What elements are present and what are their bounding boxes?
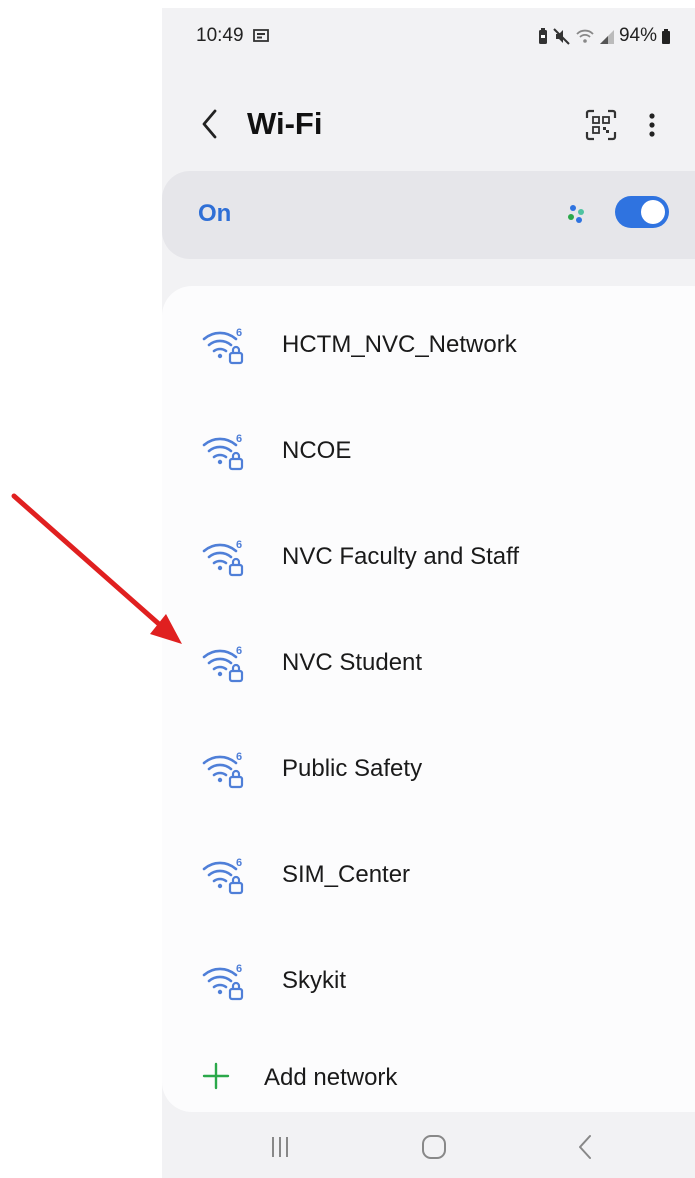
svg-text:6: 6	[236, 645, 242, 657]
plus-icon	[202, 1062, 230, 1090]
phone-screen: 10:49 94% Wi-Fi On 6 HCTM_NVC_Network 6 …	[162, 8, 695, 1178]
chevron-left-icon[interactable]	[198, 107, 222, 141]
network-list-item[interactable]: 6 SIM_Center	[162, 825, 695, 931]
gallery-notification-icon	[253, 29, 269, 42]
wifi-6-lock-icon: 6	[202, 857, 244, 895]
svg-text:6: 6	[236, 857, 242, 869]
more-vert-icon[interactable]	[645, 108, 659, 142]
svg-text:6: 6	[236, 539, 242, 551]
add-network-label: Add network	[264, 1064, 398, 1091]
toggle-knob	[641, 200, 665, 224]
wifi-6-lock-icon: 6	[202, 645, 244, 683]
network-list-item[interactable]: 6 Public Safety	[162, 719, 695, 825]
qr-scan-icon[interactable]	[584, 108, 618, 142]
network-name: Public Safety	[282, 755, 423, 782]
wifi-master-switch-row[interactable]: On	[162, 171, 695, 259]
wifi-6-lock-icon: 6	[202, 963, 244, 1001]
network-name: HCTM_NVC_Network	[282, 331, 517, 358]
wifi-6-lock-icon: 6	[202, 433, 244, 471]
wifi-6-lock-icon: 6	[202, 751, 244, 789]
network-list-item[interactable]: 6 NCOE	[162, 401, 695, 507]
status-icons: 94%	[537, 25, 671, 47]
intelligent-wifi-dots-icon[interactable]	[566, 203, 588, 225]
svg-text:6: 6	[236, 433, 242, 445]
network-name: NVC Student	[282, 649, 423, 676]
nav-back-icon[interactable]	[576, 1133, 594, 1161]
svg-text:6: 6	[236, 327, 242, 339]
wifi-toggle-switch[interactable]	[615, 196, 669, 228]
battery-saver-icon	[538, 27, 547, 44]
battery-percent: 94%	[618, 25, 657, 46]
network-name: NVC Faculty and Staff	[282, 543, 519, 570]
battery-icon	[662, 28, 670, 44]
wifi-status-icon	[576, 29, 594, 43]
network-list-item[interactable]: 6 HCTM_NVC_Network	[162, 295, 695, 401]
network-name: NCOE	[282, 437, 352, 464]
recents-icon[interactable]	[267, 1134, 293, 1160]
status-time: 10:49	[196, 25, 244, 46]
signal-icon	[599, 29, 614, 44]
app-header: Wi-Fi	[162, 94, 695, 154]
wifi-6-lock-icon: 6	[202, 327, 244, 365]
network-list-item[interactable]: 6 Skykit	[162, 931, 695, 1037]
status-bar: 10:49 94%	[162, 8, 695, 64]
add-network-row[interactable]: Add network	[162, 1044, 695, 1112]
home-icon[interactable]	[421, 1134, 447, 1160]
mute-icon	[553, 27, 570, 45]
svg-text:6: 6	[236, 751, 242, 763]
svg-text:6: 6	[236, 963, 242, 975]
network-list-item[interactable]: 6 NVC Faculty and Staff	[162, 507, 695, 613]
system-navigation-bar	[162, 1118, 695, 1178]
network-list-item[interactable]: 6 NVC Student	[162, 613, 695, 719]
wifi-6-lock-icon: 6	[202, 539, 244, 577]
available-networks-list: 6 HCTM_NVC_Network 6 NCOE 6 NVC Faculty and S…	[162, 286, 695, 1112]
page-title: Wi-Fi	[247, 106, 323, 141]
network-name: SIM_Center	[282, 861, 411, 888]
wifi-on-label: On	[198, 200, 232, 227]
network-name: Skykit	[282, 967, 347, 994]
